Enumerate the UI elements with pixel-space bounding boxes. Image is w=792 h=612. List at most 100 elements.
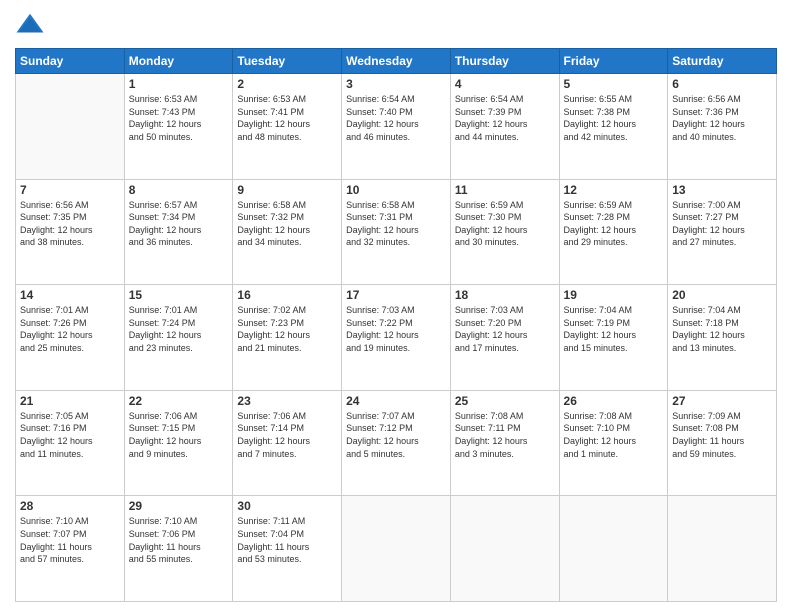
logo-icon bbox=[15, 10, 45, 40]
calendar-week-row: 14 Sunrise: 7:01 AM Sunset: 7:26 PM Dayli… bbox=[16, 285, 777, 391]
calendar-cell: 23Sunrise: 7:06 AM Sunset: 7:14 PM Dayli… bbox=[233, 390, 342, 496]
day-info: Sunrise: 6:58 AM Sunset: 7:32 PM Dayligh… bbox=[237, 199, 337, 249]
calendar-week-row: 28Sunrise: 7:10 AM Sunset: 7:07 PM Dayli… bbox=[16, 496, 777, 602]
calendar-cell: 4Sunrise: 6:54 AM Sunset: 7:39 PM Daylig… bbox=[450, 74, 559, 180]
calendar-cell: 11Sunrise: 6:59 AM Sunset: 7:30 PM Dayli… bbox=[450, 179, 559, 285]
day-number: 12 bbox=[564, 183, 664, 197]
calendar-week-row: 7 Sunrise: 6:56 AM Sunset: 7:35 PM Daylig… bbox=[16, 179, 777, 285]
calendar-week-row: 21 Sunrise: 7:05 AM Sunset: 7:16 PM Dayli… bbox=[16, 390, 777, 496]
calendar-cell: 25 Sunrise: 7:08 AM Sunset: 7:11 PM Dayli… bbox=[450, 390, 559, 496]
calendar-cell bbox=[559, 496, 668, 602]
calendar-cell: 12 Sunrise: 6:59 AM Sunset: 7:28 PM Dayli… bbox=[559, 179, 668, 285]
day-number: 29 bbox=[129, 499, 229, 513]
calendar-cell: 27 Sunrise: 7:09 AM Sunset: 7:08 PM Dayli… bbox=[668, 390, 777, 496]
calendar-cell: 8 Sunrise: 6:57 AM Sunset: 7:34 PM Daylig… bbox=[124, 179, 233, 285]
day-number: 15 bbox=[129, 288, 229, 302]
calendar-week-row: 1 Sunrise: 6:53 AM Sunset: 7:43 PM Daylig… bbox=[16, 74, 777, 180]
day-info: Sunrise: 6:54 AM Sunset: 7:39 PM Dayligh… bbox=[455, 93, 555, 143]
day-info: Sunrise: 6:53 AM Sunset: 7:43 PM Dayligh… bbox=[129, 93, 229, 143]
calendar-cell: 3 Sunrise: 6:54 AM Sunset: 7:40 PM Daylig… bbox=[342, 74, 451, 180]
day-number: 23 bbox=[237, 394, 337, 408]
weekday-header-thursday: Thursday bbox=[450, 49, 559, 74]
weekday-header-row: SundayMondayTuesdayWednesdayThursdayFrid… bbox=[16, 49, 777, 74]
day-number: 18 bbox=[455, 288, 555, 302]
day-info: Sunrise: 6:53 AM Sunset: 7:41 PM Dayligh… bbox=[237, 93, 337, 143]
day-number: 22 bbox=[129, 394, 229, 408]
calendar-cell: 7 Sunrise: 6:56 AM Sunset: 7:35 PM Daylig… bbox=[16, 179, 125, 285]
day-info: Sunrise: 7:04 AM Sunset: 7:18 PM Dayligh… bbox=[672, 304, 772, 354]
day-number: 21 bbox=[20, 394, 120, 408]
day-number: 19 bbox=[564, 288, 664, 302]
calendar-cell bbox=[16, 74, 125, 180]
day-number: 16 bbox=[237, 288, 337, 302]
calendar-cell: 18 Sunrise: 7:03 AM Sunset: 7:20 PM Dayli… bbox=[450, 285, 559, 391]
weekday-header-tuesday: Tuesday bbox=[233, 49, 342, 74]
calendar-cell: 17 Sunrise: 7:03 AM Sunset: 7:22 PM Dayli… bbox=[342, 285, 451, 391]
day-info: Sunrise: 6:59 AM Sunset: 7:28 PM Dayligh… bbox=[564, 199, 664, 249]
day-number: 14 bbox=[20, 288, 120, 302]
day-info: Sunrise: 7:04 AM Sunset: 7:19 PM Dayligh… bbox=[564, 304, 664, 354]
day-info: Sunrise: 6:56 AM Sunset: 7:35 PM Dayligh… bbox=[20, 199, 120, 249]
calendar-cell: 9 Sunrise: 6:58 AM Sunset: 7:32 PM Daylig… bbox=[233, 179, 342, 285]
day-number: 1 bbox=[129, 77, 229, 91]
day-info: Sunrise: 7:03 AM Sunset: 7:22 PM Dayligh… bbox=[346, 304, 446, 354]
calendar-cell bbox=[342, 496, 451, 602]
day-info: Sunrise: 7:02 AM Sunset: 7:23 PM Dayligh… bbox=[237, 304, 337, 354]
day-info: Sunrise: 7:08 AM Sunset: 7:11 PM Dayligh… bbox=[455, 410, 555, 460]
day-info: Sunrise: 7:10 AM Sunset: 7:07 PM Dayligh… bbox=[20, 515, 120, 565]
calendar-cell: 1 Sunrise: 6:53 AM Sunset: 7:43 PM Daylig… bbox=[124, 74, 233, 180]
day-info: Sunrise: 7:01 AM Sunset: 7:26 PM Dayligh… bbox=[20, 304, 120, 354]
weekday-header-wednesday: Wednesday bbox=[342, 49, 451, 74]
day-number: 7 bbox=[20, 183, 120, 197]
day-info: Sunrise: 7:07 AM Sunset: 7:12 PM Dayligh… bbox=[346, 410, 446, 460]
weekday-header-monday: Monday bbox=[124, 49, 233, 74]
calendar-cell: 2 Sunrise: 6:53 AM Sunset: 7:41 PM Daylig… bbox=[233, 74, 342, 180]
day-number: 5 bbox=[564, 77, 664, 91]
day-number: 3 bbox=[346, 77, 446, 91]
day-info: Sunrise: 7:00 AM Sunset: 7:27 PM Dayligh… bbox=[672, 199, 772, 249]
day-number: 6 bbox=[672, 77, 772, 91]
day-number: 9 bbox=[237, 183, 337, 197]
calendar-cell: 20Sunrise: 7:04 AM Sunset: 7:18 PM Dayli… bbox=[668, 285, 777, 391]
weekday-header-friday: Friday bbox=[559, 49, 668, 74]
day-info: Sunrise: 7:05 AM Sunset: 7:16 PM Dayligh… bbox=[20, 410, 120, 460]
day-info: Sunrise: 6:56 AM Sunset: 7:36 PM Dayligh… bbox=[672, 93, 772, 143]
day-number: 30 bbox=[237, 499, 337, 513]
calendar-cell bbox=[668, 496, 777, 602]
day-number: 2 bbox=[237, 77, 337, 91]
calendar-cell: 28Sunrise: 7:10 AM Sunset: 7:07 PM Dayli… bbox=[16, 496, 125, 602]
logo bbox=[15, 10, 47, 40]
day-info: Sunrise: 6:55 AM Sunset: 7:38 PM Dayligh… bbox=[564, 93, 664, 143]
day-number: 24 bbox=[346, 394, 446, 408]
day-number: 11 bbox=[455, 183, 555, 197]
day-info: Sunrise: 7:11 AM Sunset: 7:04 PM Dayligh… bbox=[237, 515, 337, 565]
calendar-cell: 21 Sunrise: 7:05 AM Sunset: 7:16 PM Dayli… bbox=[16, 390, 125, 496]
day-number: 25 bbox=[455, 394, 555, 408]
day-info: Sunrise: 7:08 AM Sunset: 7:10 PM Dayligh… bbox=[564, 410, 664, 460]
day-info: Sunrise: 6:54 AM Sunset: 7:40 PM Dayligh… bbox=[346, 93, 446, 143]
calendar-cell: 24 Sunrise: 7:07 AM Sunset: 7:12 PM Dayli… bbox=[342, 390, 451, 496]
day-info: Sunrise: 7:03 AM Sunset: 7:20 PM Dayligh… bbox=[455, 304, 555, 354]
day-number: 13 bbox=[672, 183, 772, 197]
calendar-cell: 16 Sunrise: 7:02 AM Sunset: 7:23 PM Dayli… bbox=[233, 285, 342, 391]
day-info: Sunrise: 6:57 AM Sunset: 7:34 PM Dayligh… bbox=[129, 199, 229, 249]
calendar-cell: 19 Sunrise: 7:04 AM Sunset: 7:19 PM Dayli… bbox=[559, 285, 668, 391]
day-info: Sunrise: 7:09 AM Sunset: 7:08 PM Dayligh… bbox=[672, 410, 772, 460]
calendar-cell: 29Sunrise: 7:10 AM Sunset: 7:06 PM Dayli… bbox=[124, 496, 233, 602]
day-number: 8 bbox=[129, 183, 229, 197]
day-info: Sunrise: 6:58 AM Sunset: 7:31 PM Dayligh… bbox=[346, 199, 446, 249]
day-number: 17 bbox=[346, 288, 446, 302]
calendar-cell: 26 Sunrise: 7:08 AM Sunset: 7:10 PM Dayli… bbox=[559, 390, 668, 496]
calendar-cell: 22Sunrise: 7:06 AM Sunset: 7:15 PM Dayli… bbox=[124, 390, 233, 496]
page: SundayMondayTuesdayWednesdayThursdayFrid… bbox=[0, 0, 792, 612]
calendar-cell: 30 Sunrise: 7:11 AM Sunset: 7:04 PM Dayli… bbox=[233, 496, 342, 602]
day-number: 10 bbox=[346, 183, 446, 197]
day-number: 27 bbox=[672, 394, 772, 408]
day-info: Sunrise: 7:01 AM Sunset: 7:24 PM Dayligh… bbox=[129, 304, 229, 354]
calendar-cell bbox=[450, 496, 559, 602]
day-number: 26 bbox=[564, 394, 664, 408]
calendar-cell: 5 Sunrise: 6:55 AM Sunset: 7:38 PM Daylig… bbox=[559, 74, 668, 180]
weekday-header-sunday: Sunday bbox=[16, 49, 125, 74]
calendar-cell: 10 Sunrise: 6:58 AM Sunset: 7:31 PM Dayli… bbox=[342, 179, 451, 285]
calendar-cell: 13 Sunrise: 7:00 AM Sunset: 7:27 PM Dayli… bbox=[668, 179, 777, 285]
